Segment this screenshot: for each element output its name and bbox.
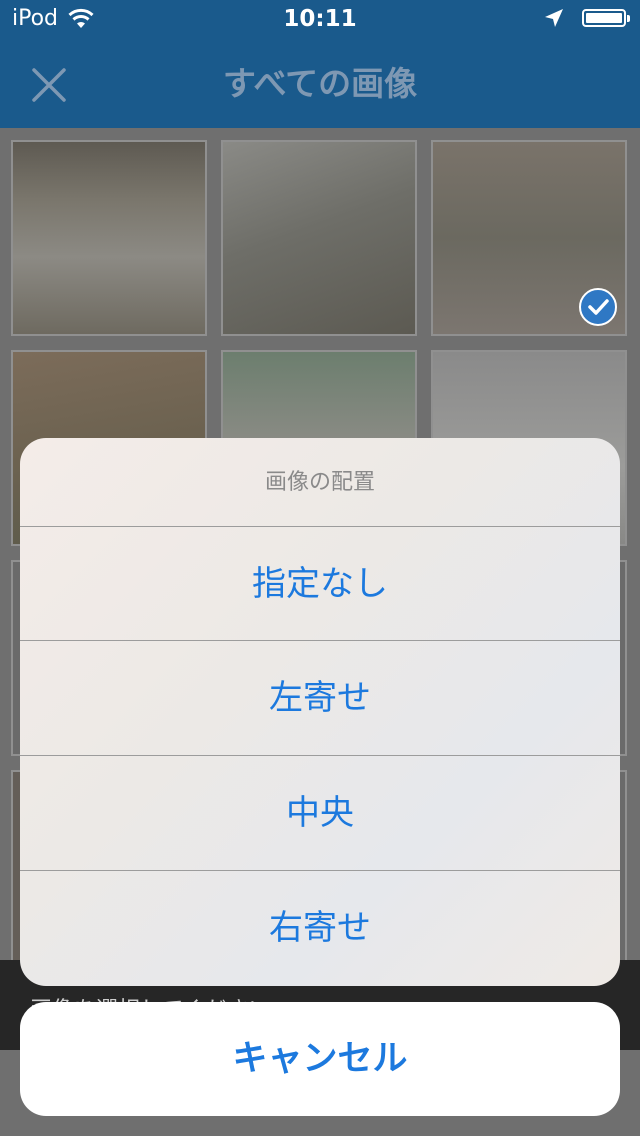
status-right [544, 8, 630, 28]
cancel-button[interactable]: キャンセル [20, 1002, 620, 1116]
option-right-button[interactable]: 右寄せ [20, 870, 620, 984]
checkmark-icon [579, 288, 617, 326]
action-sheet-title: 画像の配置 [264, 470, 375, 495]
action-sheet: 画像の配置 指定なし 左寄せ 中央 右寄せ [20, 438, 620, 986]
option-none-button[interactable]: 指定なし [20, 526, 620, 640]
nav-bar: すべての画像 [0, 40, 640, 128]
option-left-button[interactable]: 左寄せ [20, 640, 620, 754]
location-arrow-icon [545, 9, 563, 27]
option-center-button[interactable]: 中央 [20, 755, 620, 869]
image-thumbnail[interactable] [11, 140, 207, 336]
image-thumbnail-selected[interactable] [431, 140, 627, 336]
status-bar: iPod 10:11 [0, 0, 640, 40]
page-title: すべての画像 [222, 64, 418, 103]
battery-icon [582, 9, 630, 27]
image-thumbnail[interactable] [221, 140, 417, 336]
